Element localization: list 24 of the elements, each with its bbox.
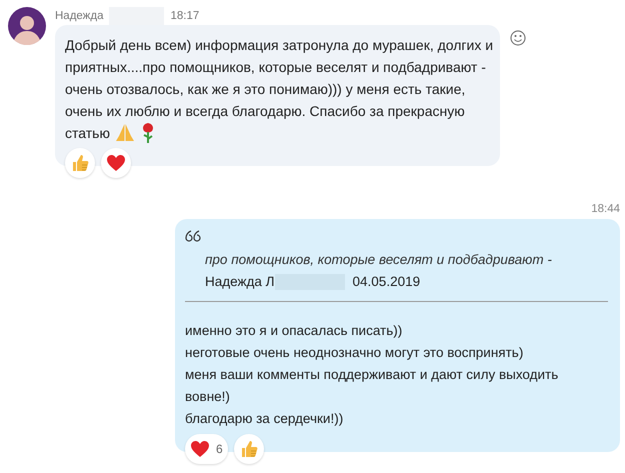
smiley-icon[interactable] <box>510 30 526 46</box>
message-text: приятных....про помощников, которые веселят и подбадривают - <box>65 58 486 77</box>
quote-author: Надежда Л <box>205 273 275 291</box>
heart-icon <box>190 440 210 458</box>
message-text: очень их люблю и всегда благодарю. Спасибо за прекрасную <box>65 102 465 121</box>
message-time: 18:44 <box>591 203 620 215</box>
quoted-text: про помощников, которые веселят и подбадривают - <box>205 252 552 267</box>
reaction-button[interactable] <box>101 148 131 178</box>
avatar <box>8 7 46 45</box>
message-text: очень отозвалось, как же я это понимаю))) у меня есть такие, <box>65 80 466 99</box>
quote-date: 04.05.2019 <box>352 273 420 291</box>
message-text: статью <box>65 124 110 143</box>
message-time: 18:17 <box>170 10 200 22</box>
message-text: вовне!) <box>185 388 230 406</box>
message-text: меня ваши комменты поддерживают и дают силу выходить <box>185 366 558 384</box>
message-text: именно это я и опасалась писать)) <box>185 322 402 340</box>
heart-icon <box>106 154 126 172</box>
message-text: неготовые очень неоднозначно могут это воспринять) <box>185 344 524 362</box>
reaction-button[interactable]: 6 <box>185 434 228 464</box>
message-text: Добрый день всем) информация затронула до мурашек, долгих и <box>65 36 494 55</box>
quote-icon <box>185 230 201 242</box>
sender-name: Надежда <box>55 10 104 22</box>
thumbs-up-icon <box>70 153 90 173</box>
message-text: благодарю за сердечки!)) <box>185 410 344 428</box>
